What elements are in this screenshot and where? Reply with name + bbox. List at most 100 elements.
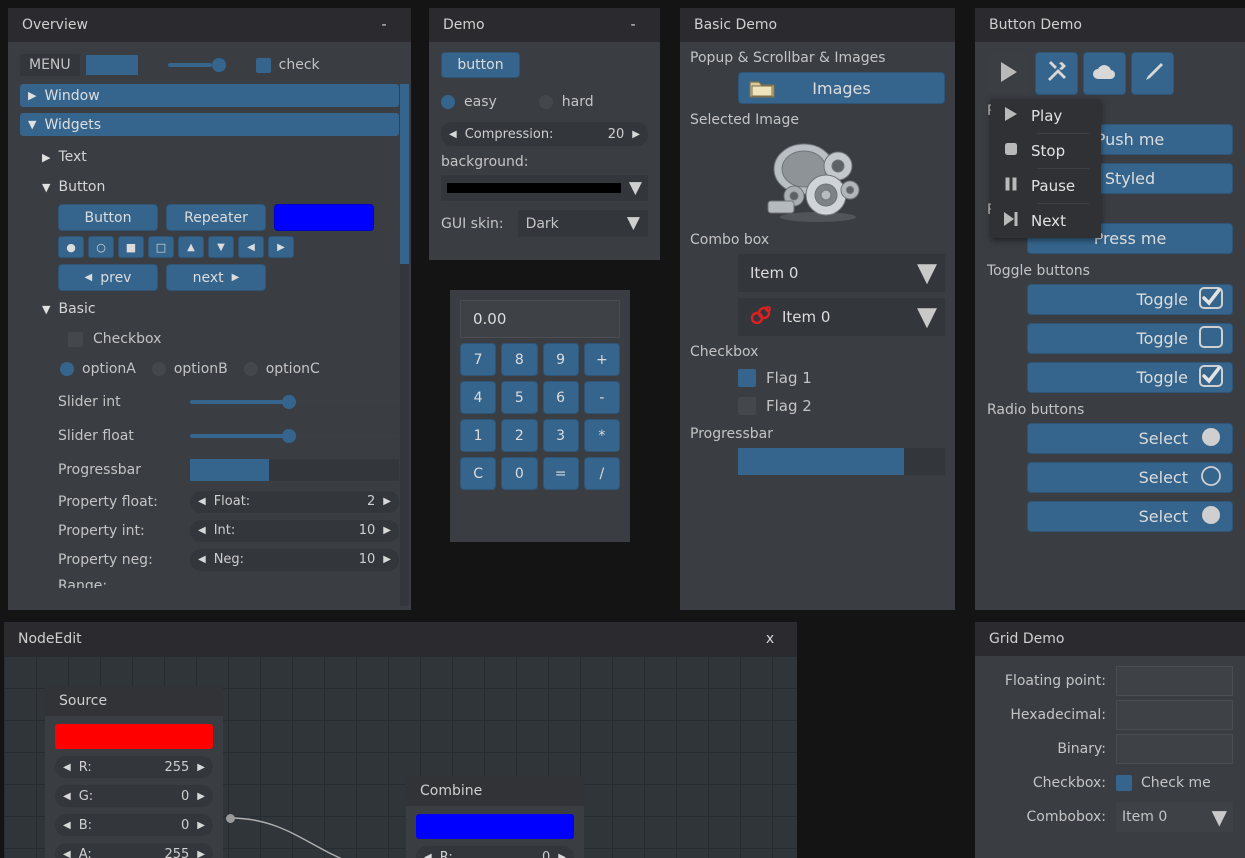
triangle-left-icon[interactable]: ◀ — [63, 762, 71, 773]
node-edit-canvas[interactable]: Source ◀ R: 255 ▶ ◀ G: 0 ▶ ◀ B: 0 ▶ ◀ A:… — [4, 656, 797, 858]
node-source[interactable]: Source ◀ R: 255 ▶ ◀ G: 0 ▶ ◀ B: 0 ▶ ◀ A:… — [45, 686, 223, 858]
radio-button-1[interactable]: Select — [1027, 423, 1233, 454]
slider-int[interactable] — [190, 393, 399, 411]
gui-skin-combo[interactable]: Dark ▼ — [517, 210, 648, 237]
slider-knob[interactable] — [211, 58, 226, 72]
node-combine[interactable]: Combine ◀ R: 0 ▶ — [406, 776, 584, 858]
radio-optionb[interactable] — [151, 362, 166, 376]
radio-button-2[interactable]: Select — [1027, 462, 1233, 493]
calc-key-multiply[interactable]: * — [583, 419, 620, 452]
node-combine-field-r[interactable]: ◀ R: 0 ▶ — [416, 846, 574, 858]
calc-key-1[interactable]: 1 — [460, 419, 497, 452]
triangle-left-icon[interactable]: ◀ — [63, 820, 71, 831]
brush-icon-button[interactable] — [1131, 52, 1174, 95]
binary-input[interactable] — [1116, 734, 1233, 764]
triangle-left-icon[interactable]: ◀ — [198, 496, 206, 507]
radio-optiona[interactable] — [60, 362, 74, 376]
tree-item-basic[interactable]: ▼ Basic — [20, 293, 399, 325]
popup-item-pause[interactable]: Pause — [991, 169, 1101, 203]
play-icon-button[interactable] — [987, 52, 1030, 95]
demo-button[interactable]: button — [441, 52, 520, 78]
radio-hard[interactable] — [538, 95, 553, 109]
node-source-field-r[interactable]: ◀ R: 255 ▶ — [55, 756, 213, 778]
square-outline-icon[interactable]: □ — [148, 236, 174, 258]
radio-button-3[interactable]: Select — [1027, 501, 1233, 532]
progressbar[interactable] — [190, 459, 399, 481]
node-edit-titlebar[interactable]: NodeEdit x — [4, 622, 797, 656]
property-int-stepper[interactable]: ◀ Int: 10 ▶ — [190, 519, 399, 542]
triangle-left-icon[interactable]: ◀ — [424, 852, 432, 858]
calc-key-equals[interactable]: = — [542, 457, 579, 490]
node-source-field-a[interactable]: ◀ A: 255 ▶ — [55, 843, 213, 858]
images-button[interactable]: Images — [738, 72, 945, 104]
check-checkbox[interactable] — [255, 57, 271, 73]
slider-float[interactable] — [190, 427, 399, 445]
slider-knob[interactable] — [281, 395, 296, 409]
calc-key-divide[interactable]: / — [583, 457, 620, 490]
circle-outline-icon[interactable]: ○ — [88, 236, 114, 258]
basic-checkbox[interactable] — [68, 331, 83, 347]
toggle-button-2[interactable]: Toggle — [1027, 323, 1233, 354]
selected-image[interactable] — [690, 128, 945, 228]
compression-stepper[interactable]: ◀ Compression: 20 ▶ — [441, 122, 648, 146]
calc-key-9[interactable]: 9 — [542, 343, 579, 376]
triangle-right-icon[interactable]: ▶ — [197, 762, 205, 773]
radio-optionc[interactable] — [243, 362, 258, 376]
cloud-icon-button[interactable] — [1083, 52, 1126, 95]
node-combine-color-swatch[interactable] — [416, 814, 574, 839]
background-color-combo[interactable]: ▼ — [441, 175, 648, 201]
overview-scrollbar[interactable] — [400, 84, 409, 606]
calc-key-5[interactable]: 5 — [501, 381, 538, 414]
next-button[interactable]: next ▶ — [166, 264, 266, 291]
prev-button[interactable]: ◀ prev — [58, 264, 158, 291]
close-icon[interactable]: x — [757, 622, 783, 656]
check-me-checkbox[interactable] — [1116, 775, 1132, 791]
popup-item-next[interactable]: Next — [991, 204, 1101, 238]
node-source-field-b[interactable]: ◀ B: 0 ▶ — [55, 814, 213, 836]
property-neg-stepper[interactable]: ◀ Neg: 10 ▶ — [190, 548, 399, 571]
node-source-field-g[interactable]: ◀ G: 0 ▶ — [55, 785, 213, 807]
triangle-right-icon[interactable]: ▶ — [558, 852, 566, 858]
progressbar[interactable] — [738, 448, 945, 475]
triangle-down-icon[interactable]: ▼ — [208, 236, 234, 258]
overview-titlebar[interactable]: Overview - — [8, 8, 411, 42]
overview-scrollbar-thumb[interactable] — [400, 84, 409, 264]
basic-demo-titlebar[interactable]: Basic Demo — [680, 8, 955, 42]
property-float-stepper[interactable]: ◀ Float: 2 ▶ — [190, 490, 399, 513]
triangle-right-icon[interactable]: ▶ — [383, 554, 391, 565]
triangle-right-icon[interactable]: ▶ — [197, 849, 205, 858]
tree-item-text[interactable]: ▶ Text — [20, 142, 399, 172]
calc-key-plus[interactable]: + — [583, 343, 620, 376]
calc-key-6[interactable]: 6 — [542, 381, 579, 414]
menu-button[interactable]: MENU — [20, 54, 80, 76]
floating-point-input[interactable] — [1116, 666, 1233, 696]
popup-item-stop[interactable]: Stop — [991, 134, 1101, 168]
calc-key-8[interactable]: 8 — [501, 343, 538, 376]
play-popup-menu[interactable]: Play Stop Pause Next — [991, 99, 1101, 238]
menu-color-box[interactable] — [85, 55, 138, 75]
node-source-output-port[interactable] — [226, 814, 235, 823]
calc-key-4[interactable]: 4 — [460, 381, 497, 414]
demo-titlebar[interactable]: Demo - — [429, 8, 660, 42]
repeater-button[interactable]: Repeater — [166, 204, 266, 231]
slider-knob[interactable] — [281, 429, 296, 443]
tree-item-button[interactable]: ▼ Button — [20, 172, 399, 202]
calc-key-7[interactable]: 7 — [460, 343, 497, 376]
triangle-right-icon[interactable]: ▶ — [197, 820, 205, 831]
triangle-left-icon[interactable]: ◀ — [198, 525, 206, 536]
calc-key-clear[interactable]: C — [460, 457, 497, 490]
tree-item-window[interactable]: ▶ Window — [20, 84, 399, 107]
triangle-left-icon[interactable]: ◀ — [238, 236, 264, 258]
triangle-left-icon[interactable]: ◀ — [449, 129, 457, 140]
triangle-right-icon[interactable]: ▶ — [383, 525, 391, 536]
triangle-left-icon[interactable]: ◀ — [63, 791, 71, 802]
triangle-right-icon[interactable]: ▶ — [197, 791, 205, 802]
tools-icon-button[interactable] — [1035, 52, 1078, 95]
flag1-checkbox[interactable] — [738, 369, 756, 387]
triangle-right-icon[interactable]: ▶ — [268, 236, 294, 258]
flag2-checkbox[interactable] — [738, 397, 756, 415]
combo-box-icons[interactable]: Item 0 ▼ — [738, 298, 945, 336]
minimize-button[interactable]: - — [620, 8, 646, 42]
calc-key-3[interactable]: 3 — [542, 419, 579, 452]
calculator-display[interactable]: 0.00 — [460, 300, 620, 338]
